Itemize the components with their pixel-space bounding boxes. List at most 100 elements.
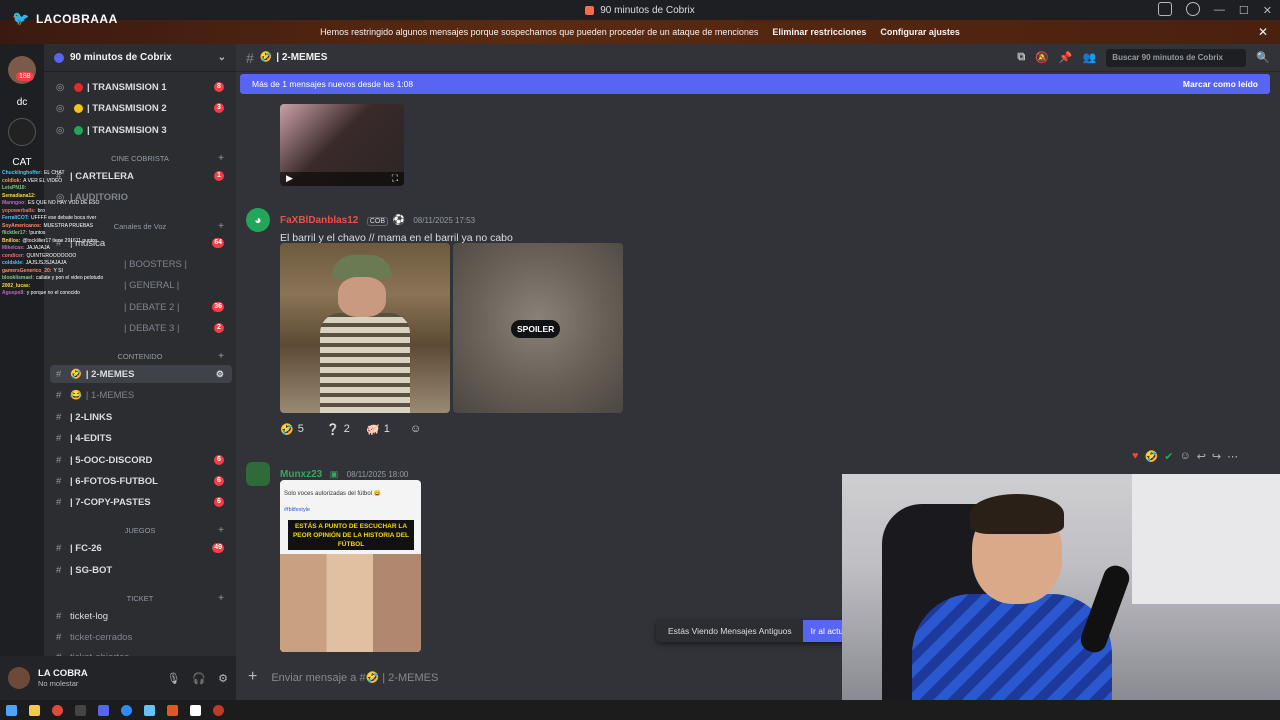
user-avatar[interactable] <box>246 462 270 486</box>
close-window-button[interactable]: ✕ <box>1263 4 1272 17</box>
microphone-icon[interactable]: 🎙 <box>166 672 180 685</box>
notes-icon[interactable] <box>144 704 155 716</box>
forward-icon[interactable]: ↪ <box>1212 450 1221 463</box>
video-attachment[interactable]: ▶ ⛶ <box>280 104 404 186</box>
user-avatar[interactable] <box>8 667 30 689</box>
spoiler-image-attachment[interactable]: SPOILER <box>453 243 623 413</box>
channel-2-memes[interactable]: # 🤣 | 2-MEMES ⚙ <box>50 365 232 383</box>
channel-transmision-2[interactable]: ◎ | TRANSMISION 2 3 <box>44 99 236 117</box>
reaction-count: 2 <box>343 423 350 435</box>
channel-fc-26[interactable]: # | FC-26 49 <box>44 539 236 557</box>
channel-label: | 2-MEMES <box>85 368 135 380</box>
obs-icon[interactable] <box>167 704 178 716</box>
add-channel-icon[interactable]: + <box>218 525 224 536</box>
heart-reaction-icon[interactable]: ♥ <box>1132 450 1139 463</box>
search-input[interactable]: Buscar 90 minutos de Cobrix <box>1106 48 1247 67</box>
members-icon[interactable]: 👥 <box>1083 51 1097 64</box>
reaction-pig[interactable]: 🐖 1 <box>366 418 390 440</box>
discord-icon[interactable] <box>98 704 109 716</box>
channel-debate-2[interactable]: | DEBATE 2 | 36 <box>44 298 236 316</box>
help-icon[interactable] <box>1186 2 1200 16</box>
chavo-image-attachment[interactable] <box>280 243 450 413</box>
channel-2-links[interactable]: # | 2-LINKS <box>44 408 236 426</box>
add-reaction-icon[interactable]: ☺ <box>1179 450 1190 463</box>
channel-1-memes[interactable]: # 😂 | 1-MEMES <box>44 386 236 404</box>
add-reaction-icon[interactable]: ☺ <box>410 418 421 440</box>
app-icon[interactable] <box>75 704 86 716</box>
channel-label: | DEBATE 2 | <box>124 301 180 313</box>
file-explorer-icon[interactable] <box>29 704 40 716</box>
channel-6-fotos-futbol[interactable]: # | 6-FOTOS-FUTBOL 6 <box>44 472 236 490</box>
settings-gear-icon[interactable]: ⚙ <box>218 672 228 685</box>
channel-transmision-1[interactable]: ◎ | TRANSMISION 1 8 <box>44 78 236 96</box>
check-reaction-icon[interactable]: ✔ <box>1164 450 1173 463</box>
headphones-icon[interactable]: 🎧 <box>192 672 206 685</box>
channel-7-copy-pastes[interactable]: # | 7-COPY-PASTES 6 <box>44 493 236 511</box>
channel-label: | TRANSMISION 3 <box>87 124 167 136</box>
unread-count: 6 <box>214 497 224 507</box>
server-avatar-2[interactable] <box>8 118 36 146</box>
threads-icon[interactable]: ⧉ <box>1017 51 1025 64</box>
app-icon[interactable] <box>213 704 224 716</box>
spoiler-label[interactable]: SPOILER <box>511 320 561 338</box>
new-messages-bar[interactable]: Más de 1 mensajes nuevos desde las 1:08 … <box>240 74 1270 94</box>
channel-5-ooc-discord[interactable]: # | 5-OOC-DISCORD 6 <box>44 451 236 469</box>
window-titlebar: 90 minutos de Cobrix — ☐ ✕ <box>0 0 1280 20</box>
message-composer[interactable]: + Enviar mensaje a #🤣 | 2-MEMES <box>248 664 838 690</box>
chat-message: JAJAJAJA <box>26 245 50 251</box>
message-author[interactable]: Munxz23 <box>280 469 322 480</box>
fullscreen-icon[interactable]: ⛶ <box>392 173 398 184</box>
configure-settings-link[interactable]: Configurar ajustes <box>880 27 960 37</box>
channel-4-edits[interactable]: # | 4-EDITS <box>44 429 236 447</box>
reaction-laugh[interactable]: 🤣 5 <box>280 418 304 440</box>
inbox-icon[interactable] <box>1158 2 1172 16</box>
embed-hashtag: #fblifestyle <box>284 507 310 513</box>
chrome-icon[interactable] <box>52 704 63 716</box>
add-channel-icon[interactable]: + <box>218 351 224 362</box>
channel-ticket-cerrados[interactable]: # ticket-cerrados <box>44 628 236 646</box>
category-ticket[interactable]: TICKET + <box>44 591 236 605</box>
channel-sg-bot[interactable]: # | SG-BOT <box>44 561 236 579</box>
play-icon[interactable]: ▶ <box>286 173 293 184</box>
remove-restrictions-link[interactable]: Eliminar restricciones <box>772 27 866 37</box>
add-channel-icon[interactable]: + <box>218 153 224 164</box>
server-header[interactable]: 90 minutos de Cobrix ⌄ <box>44 44 236 72</box>
discord-avatar-icon[interactable]: ◕ <box>246 208 270 232</box>
warning-close-icon[interactable]: ✕ <box>1258 25 1268 39</box>
category-cine-cobrista[interactable]: CINE COBRISTA + <box>44 151 236 165</box>
meme-image-attachment[interactable]: Solo voces autorizadas del fútbol 😄 #fbl… <box>280 480 421 652</box>
channel-debate-3[interactable]: | DEBATE 3 | 2 <box>44 319 236 337</box>
app-icon[interactable] <box>190 704 201 716</box>
server-mention-badge: 188 <box>16 72 34 81</box>
category-contenido[interactable]: CONTENIDO + <box>44 349 236 363</box>
chat-username: SoyAmericanos: <box>2 222 42 229</box>
settings-gear-icon[interactable]: ⚙ <box>216 369 224 380</box>
add-channel-icon[interactable]: + <box>218 593 224 604</box>
chevron-down-icon: ⌄ <box>217 52 226 63</box>
chat-username: LeisPN10: <box>2 185 27 191</box>
add-channel-icon[interactable]: + <box>218 221 224 232</box>
pin-icon[interactable]: 📌 <box>1059 51 1073 64</box>
channel-transmision-3[interactable]: ◎ | TRANSMISION 3 <box>44 121 236 139</box>
more-options-icon[interactable]: ⋯ <box>1227 450 1238 463</box>
minimize-button[interactable]: — <box>1214 4 1225 16</box>
browser-icon[interactable] <box>121 704 132 716</box>
channel-label: | 6-FOTOS-FUTBOL <box>70 475 158 487</box>
channel-ticket-abiertos[interactable]: #ticket-abiertos <box>44 648 236 657</box>
hash-icon: # <box>56 496 62 508</box>
reply-icon[interactable]: ↩ <box>1197 450 1206 463</box>
start-icon[interactable] <box>6 704 17 716</box>
laugh-reaction-icon[interactable]: 🤣 <box>1145 450 1159 463</box>
server-dc[interactable]: dc <box>8 88 36 116</box>
reaction-question[interactable]: ❔ 2 <box>326 418 350 440</box>
mark-as-read-button[interactable]: Marcar como leído <box>1183 79 1258 89</box>
add-attachment-icon[interactable]: + <box>248 668 257 686</box>
channel-ticket-log[interactable]: # ticket-log <box>44 607 236 625</box>
category-juegos[interactable]: JUEGOS + <box>44 523 236 537</box>
message-author[interactable]: FaXBlDanblas12 <box>280 215 358 226</box>
stage-icon: ◎ <box>56 81 65 93</box>
unread-count: 6 <box>214 476 224 486</box>
channel-label: | 4-EDITS <box>70 432 112 444</box>
maximize-button[interactable]: ☐ <box>1239 4 1249 17</box>
mute-icon[interactable]: 🔕 <box>1035 51 1049 64</box>
